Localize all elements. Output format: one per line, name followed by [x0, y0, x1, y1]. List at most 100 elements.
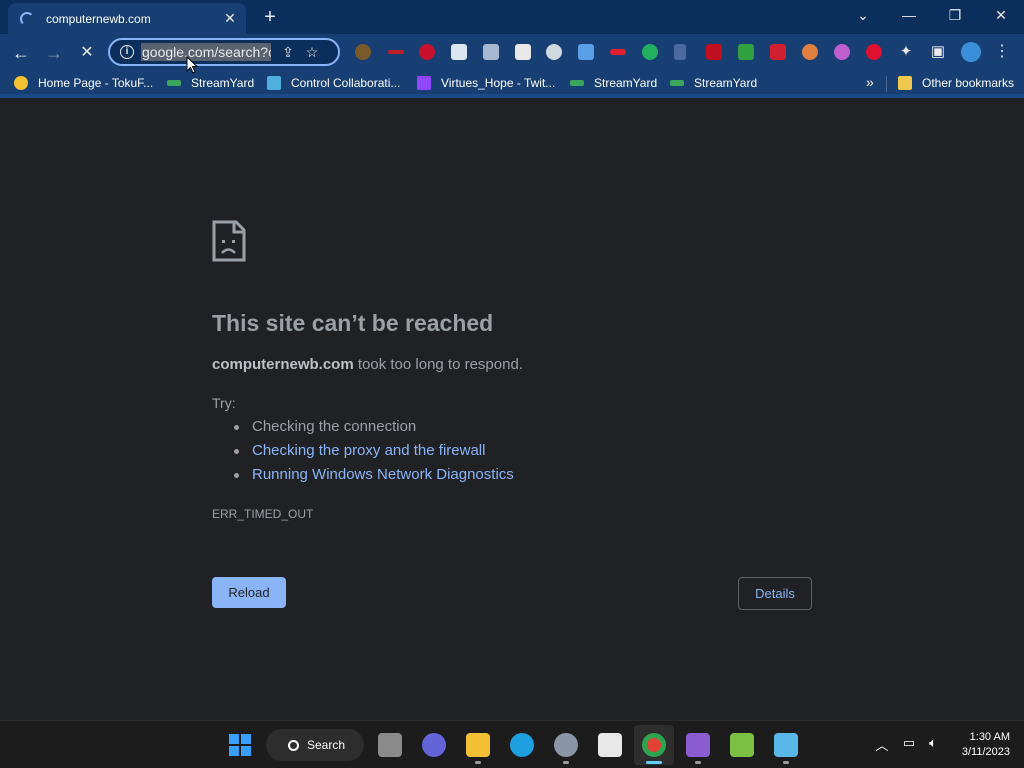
extension-red-icon[interactable]	[419, 44, 435, 60]
extension-link-icon[interactable]	[610, 49, 626, 55]
bookmark-item[interactable]: Virtues_Hope - Twit...	[417, 76, 555, 90]
settings-gear-icon[interactable]	[554, 733, 578, 757]
bookmark-label: StreamYard	[594, 76, 658, 90]
other-bookmarks-button[interactable]: Other bookmarks	[898, 76, 1014, 90]
minimize-button[interactable]: —	[893, 5, 925, 25]
extension-pin-icon[interactable]	[546, 44, 562, 60]
windows-start-icon[interactable]	[228, 733, 252, 757]
tab-title: computernewb.com	[46, 11, 151, 26]
extension-heart-icon[interactable]	[866, 44, 882, 60]
extension-blue-icon[interactable]	[578, 44, 594, 60]
extension-grid-icon[interactable]	[515, 44, 531, 60]
profile-avatar[interactable]	[961, 42, 981, 62]
task-view-icon[interactable]	[378, 733, 402, 757]
bookmark-item[interactable]: StreamYard	[167, 76, 254, 90]
extension-badge-icon[interactable]	[802, 44, 818, 60]
extension-doc-icon[interactable]	[451, 44, 467, 60]
active-indicator	[646, 761, 662, 764]
microsoft-store-icon[interactable]	[598, 733, 622, 757]
taskbar: Search ︿ ▭ 🔈︎ 1:30 AM 3/11/2023	[0, 720, 1024, 768]
folder-icon	[898, 76, 912, 90]
tab-active[interactable]: computernewb.com ✕	[8, 3, 246, 34]
url-text[interactable]: google.com/search?c	[141, 43, 271, 61]
extension-d-icon[interactable]	[483, 44, 499, 60]
taskbar-search-button[interactable]: Search	[266, 729, 364, 761]
open-indicator	[783, 761, 789, 764]
share-icon[interactable]: ⇪	[277, 44, 299, 61]
address-bar[interactable]: i google.com/search?c ⇪ ☆	[108, 38, 340, 66]
system-clock[interactable]: 1:30 AM 3/11/2023	[962, 730, 1010, 760]
extension-green-circle-icon[interactable]	[642, 44, 658, 60]
loading-spinner-icon	[20, 11, 34, 26]
monitor-icon	[267, 76, 281, 90]
remote-desktop-icon[interactable]	[774, 733, 798, 757]
bookmark-label: Control Collaborati...	[291, 76, 401, 90]
extension-dollar-icon[interactable]	[738, 44, 754, 60]
error-host: computernewb.com	[212, 356, 354, 373]
forward-button[interactable]: →	[43, 42, 65, 64]
bullet	[234, 473, 239, 478]
network-icon[interactable]: ▭	[900, 735, 918, 751]
error-message: took too long to respond.	[353, 356, 523, 373]
reload-button[interactable]: Reload	[212, 577, 286, 608]
extension-record-icon[interactable]	[706, 44, 722, 60]
tab-close-icon[interactable]: ✕	[222, 10, 238, 26]
suggestion-proxy-firewall-link[interactable]: Checking the proxy and the firewall	[252, 442, 485, 459]
volume-icon[interactable]: 🔈︎	[924, 735, 942, 751]
close-window-button[interactable]: ✕	[985, 5, 1017, 25]
tokufoods-icon	[14, 76, 28, 90]
details-button[interactable]: Details	[738, 577, 812, 610]
error-headline: This site can’t be reached	[212, 310, 494, 336]
bookmark-item[interactable]: Control Collaborati...	[267, 76, 400, 90]
bookmark-label: StreamYard	[694, 76, 758, 90]
extension-screen-icon[interactable]	[770, 44, 786, 60]
taskbar-search-label: Search	[307, 738, 346, 752]
extension-k-icon[interactable]	[355, 44, 371, 60]
menu-dots-icon[interactable]: ⋮	[991, 41, 1013, 63]
tray-overflow-chevron-icon[interactable]: ︿	[873, 735, 891, 754]
chrome-icon[interactable]	[642, 733, 666, 757]
back-button[interactable]: ←	[10, 42, 32, 64]
bookmark-item[interactable]: StreamYard	[570, 76, 657, 90]
stop-button[interactable]: ✕	[76, 42, 98, 64]
bookmarks-bar: Home Page - TokuF... StreamYard Control …	[0, 70, 1024, 98]
search-icon	[288, 739, 299, 751]
error-description: computernewb.com took too long to respon…	[212, 356, 523, 373]
clock-time: 1:30 AM	[969, 731, 1010, 743]
side-panel-icon[interactable]: ▣	[927, 41, 949, 63]
bookmark-item[interactable]: Home Page - TokuF...	[14, 76, 153, 90]
try-label: Try:	[212, 395, 236, 411]
open-indicator	[563, 761, 569, 764]
edge-icon[interactable]	[510, 733, 534, 757]
bullet	[234, 425, 239, 430]
suggestion-check-connection: Checking the connection	[252, 418, 417, 435]
open-indicator	[695, 761, 701, 764]
restore-button[interactable]: ❐	[939, 5, 971, 25]
browser-toolbar: ← → ✕ i google.com/search?c ⇪ ☆ ✦ ▣ ⋮	[0, 34, 1024, 70]
extensions-puzzle-icon[interactable]: ✦	[895, 41, 917, 63]
file-explorer-icon[interactable]	[466, 733, 490, 757]
bookmark-label: StreamYard	[191, 76, 255, 90]
tab-search-button[interactable]: ⌄	[847, 5, 879, 25]
chat-icon[interactable]	[422, 733, 446, 757]
site-info-icon[interactable]: i	[120, 45, 134, 59]
other-bookmarks-label: Other bookmarks	[922, 76, 1015, 90]
bookmark-star-icon[interactable]: ☆	[301, 44, 323, 61]
new-tab-button[interactable]: +	[260, 7, 280, 27]
visual-studio-icon[interactable]	[686, 733, 710, 757]
streamyard-icon	[670, 80, 684, 86]
extension-check-icon[interactable]	[388, 50, 404, 54]
game-app-icon[interactable]	[730, 733, 754, 757]
bookmarks-overflow-button[interactable]: »	[866, 74, 874, 90]
streamyard-icon	[570, 80, 584, 86]
extension-tool-icon[interactable]	[674, 44, 686, 60]
bookmark-item[interactable]: StreamYard	[670, 76, 757, 90]
error-page: This site can’t be reached computernewb.…	[0, 102, 1024, 720]
bullet	[234, 449, 239, 454]
title-bar: computernewb.com ✕ + ⌄ — ❐ ✕	[0, 0, 1024, 34]
extension-colorful-icon[interactable]	[834, 44, 850, 60]
bookmark-label: Home Page - TokuF...	[38, 76, 154, 90]
suggestion-network-diagnostics-link[interactable]: Running Windows Network Diagnostics	[252, 466, 514, 483]
streamyard-icon	[167, 80, 181, 86]
clock-date: 3/11/2023	[961, 746, 1010, 758]
